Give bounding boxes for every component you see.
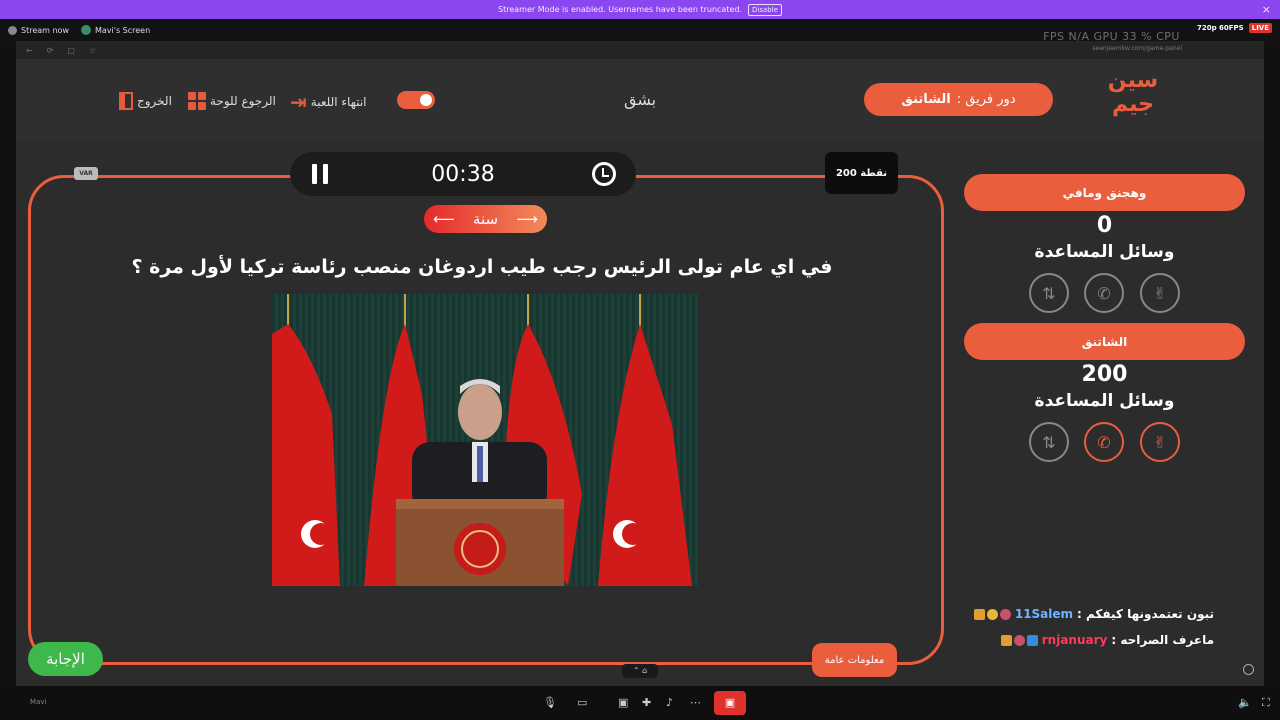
general-info-button[interactable]: معلومات عامة [812, 643, 897, 677]
screen-share-icon[interactable]: ▣ [618, 696, 628, 709]
reload-icon[interactable]: ⟳ [47, 46, 54, 55]
question-image [272, 294, 698, 586]
exit-button[interactable]: الخروج [119, 92, 172, 110]
collapse-controls-button[interactable]: ⌃ ⌂ [622, 664, 658, 678]
banner-message: Streamer Mode is enabled. Usernames have… [498, 5, 743, 14]
exit-icon [119, 92, 133, 110]
zoom-icon[interactable] [1243, 664, 1254, 675]
tab-icon[interactable]: ▢ [67, 46, 75, 55]
chat-user: 11Salem [1014, 607, 1074, 621]
team-1-call-aid-icon[interactable]: ✆ [1084, 273, 1124, 313]
stream-quality: 720p 60FPS [1196, 24, 1244, 32]
chat-text: تبون تعتمدونها كيفكم : [1077, 607, 1214, 621]
var-icon[interactable]: VAR [74, 167, 98, 180]
turn-prefix: دور فريق : [956, 92, 1016, 107]
user-label: Mavi [30, 698, 47, 706]
streamer-mode-banner: Streamer Mode is enabled. Usernames have… [0, 0, 1280, 19]
close-icon[interactable]: × [1262, 3, 1271, 16]
stop-stream-button[interactable]: ▣ [714, 691, 746, 715]
team-1-aids-label: وسائل المساعدة [1034, 242, 1175, 262]
question-text: في اي عام تولى الرئيس رجب طيب اردوغان من… [131, 256, 833, 278]
end-game-arrow-icon: ⇥ [290, 90, 307, 114]
team-2-score: 200 [1081, 362, 1128, 387]
arrow-right-icon: ⟶ [516, 210, 538, 228]
answer-type-hint: ⟵ سنة ⟶ [424, 205, 547, 233]
back-icon[interactable]: ← [26, 46, 33, 55]
chat-badges [973, 608, 1011, 620]
app-logo: سين جيم [1107, 68, 1159, 117]
avatar-badge-icon [999, 608, 1011, 620]
screen-label: Mavi's Screen [95, 25, 151, 35]
stream-status: 720p 60FPS LIVE [1197, 23, 1272, 33]
end-game-label: انتهاء اللعبة [310, 95, 367, 109]
arrow-left-icon: ⟵ [433, 210, 455, 228]
restart-timer-icon[interactable] [592, 162, 616, 186]
game-toggle[interactable] [397, 91, 435, 109]
show-answer-button[interactable]: الإجابة [28, 642, 103, 676]
stream-toolbar: Mavi 🎙 ▭ ▣ ✚ ♪ ⋯ ▣ 🔈 ⛶ [0, 686, 1280, 720]
team-2-aids-label: وسائل المساعدة [1034, 391, 1175, 411]
browser-toolbar: ← ⟳ ▢ ☆ seenjeemkw.com/game-panel [16, 41, 1264, 59]
avatar-badge-icon [1013, 634, 1025, 646]
chat-user: rnjanuary [1041, 633, 1108, 647]
chat-message: تبون تعتمدونها كيفكم : 11Salem [973, 607, 1214, 621]
back-to-board-label: الرجوع للوحة [210, 94, 276, 108]
exit-label: الخروج [137, 94, 172, 108]
chat-badges [1000, 634, 1038, 646]
volume-icon[interactable]: 🔈 [1238, 696, 1252, 709]
team-2-name: الشاتنق [964, 323, 1245, 360]
url-text[interactable]: seenjeemkw.com/game-panel [1092, 45, 1182, 52]
soundboard-icon[interactable]: ♪ [666, 696, 673, 709]
question-photo [272, 294, 698, 586]
team-1-name: وهجنق ومافي [964, 174, 1245, 211]
fullscreen-icon[interactable]: ⛶ [1262, 696, 1270, 710]
back-to-board-button[interactable]: الرجوع للوحة [188, 92, 276, 110]
team-1-score: 0 [1096, 213, 1113, 238]
stream-now-label: Stream now [21, 25, 69, 35]
chat-message: ماعرف الصراحه : rnjanuary [1000, 633, 1214, 647]
tool-badge-icon [1026, 634, 1038, 646]
team-2-two-answers-aid-icon[interactable]: ✌ [1140, 422, 1180, 462]
team-1-two-answers-aid-icon[interactable]: ✌ [1140, 273, 1180, 313]
crown-badge-icon [973, 608, 985, 620]
chat-text: ماعرف الصراحه : [1111, 633, 1214, 647]
screen: Streamer Mode is enabled. Usernames have… [0, 0, 1280, 720]
more-icon[interactable]: ⋯ [690, 696, 701, 709]
screen-avatar-icon [81, 25, 91, 35]
microphone-icon[interactable]: 🎙 [543, 696, 557, 709]
points-badge: 200 نقطة [825, 152, 898, 194]
turn-team: الشاتنق [901, 92, 951, 107]
turn-indicator: دور فريق : الشاتنق [864, 83, 1053, 116]
camera-icon[interactable]: ▭ [577, 696, 587, 709]
number-badge-icon [986, 608, 998, 620]
disable-streamer-mode-button[interactable]: Disable [748, 3, 782, 16]
stream-icon[interactable] [8, 25, 17, 35]
hint-text: سنة [472, 210, 499, 228]
live-badge: LIVE [1248, 23, 1272, 33]
crown-badge-icon [1000, 634, 1012, 646]
end-game-button[interactable]: ⇥ انتهاء اللعبة [290, 92, 367, 112]
current-team-name: بشق [624, 90, 657, 109]
timer-bar: 00:38 [290, 152, 636, 196]
star-icon[interactable]: ☆ [89, 46, 96, 55]
grid-icon [188, 92, 206, 110]
game-header: الخروج الرجوع للوحة ⇥ انتهاء اللعبة بشق … [16, 59, 1264, 139]
team-2-call-aid-icon[interactable]: ✆ [1084, 422, 1124, 462]
activity-icon[interactable]: ✚ [642, 696, 651, 709]
team-2-swap-aid-icon[interactable]: ⇅ [1029, 422, 1069, 462]
team-1-swap-aid-icon[interactable]: ⇅ [1029, 273, 1069, 313]
timer-text: 00:38 [431, 162, 495, 187]
